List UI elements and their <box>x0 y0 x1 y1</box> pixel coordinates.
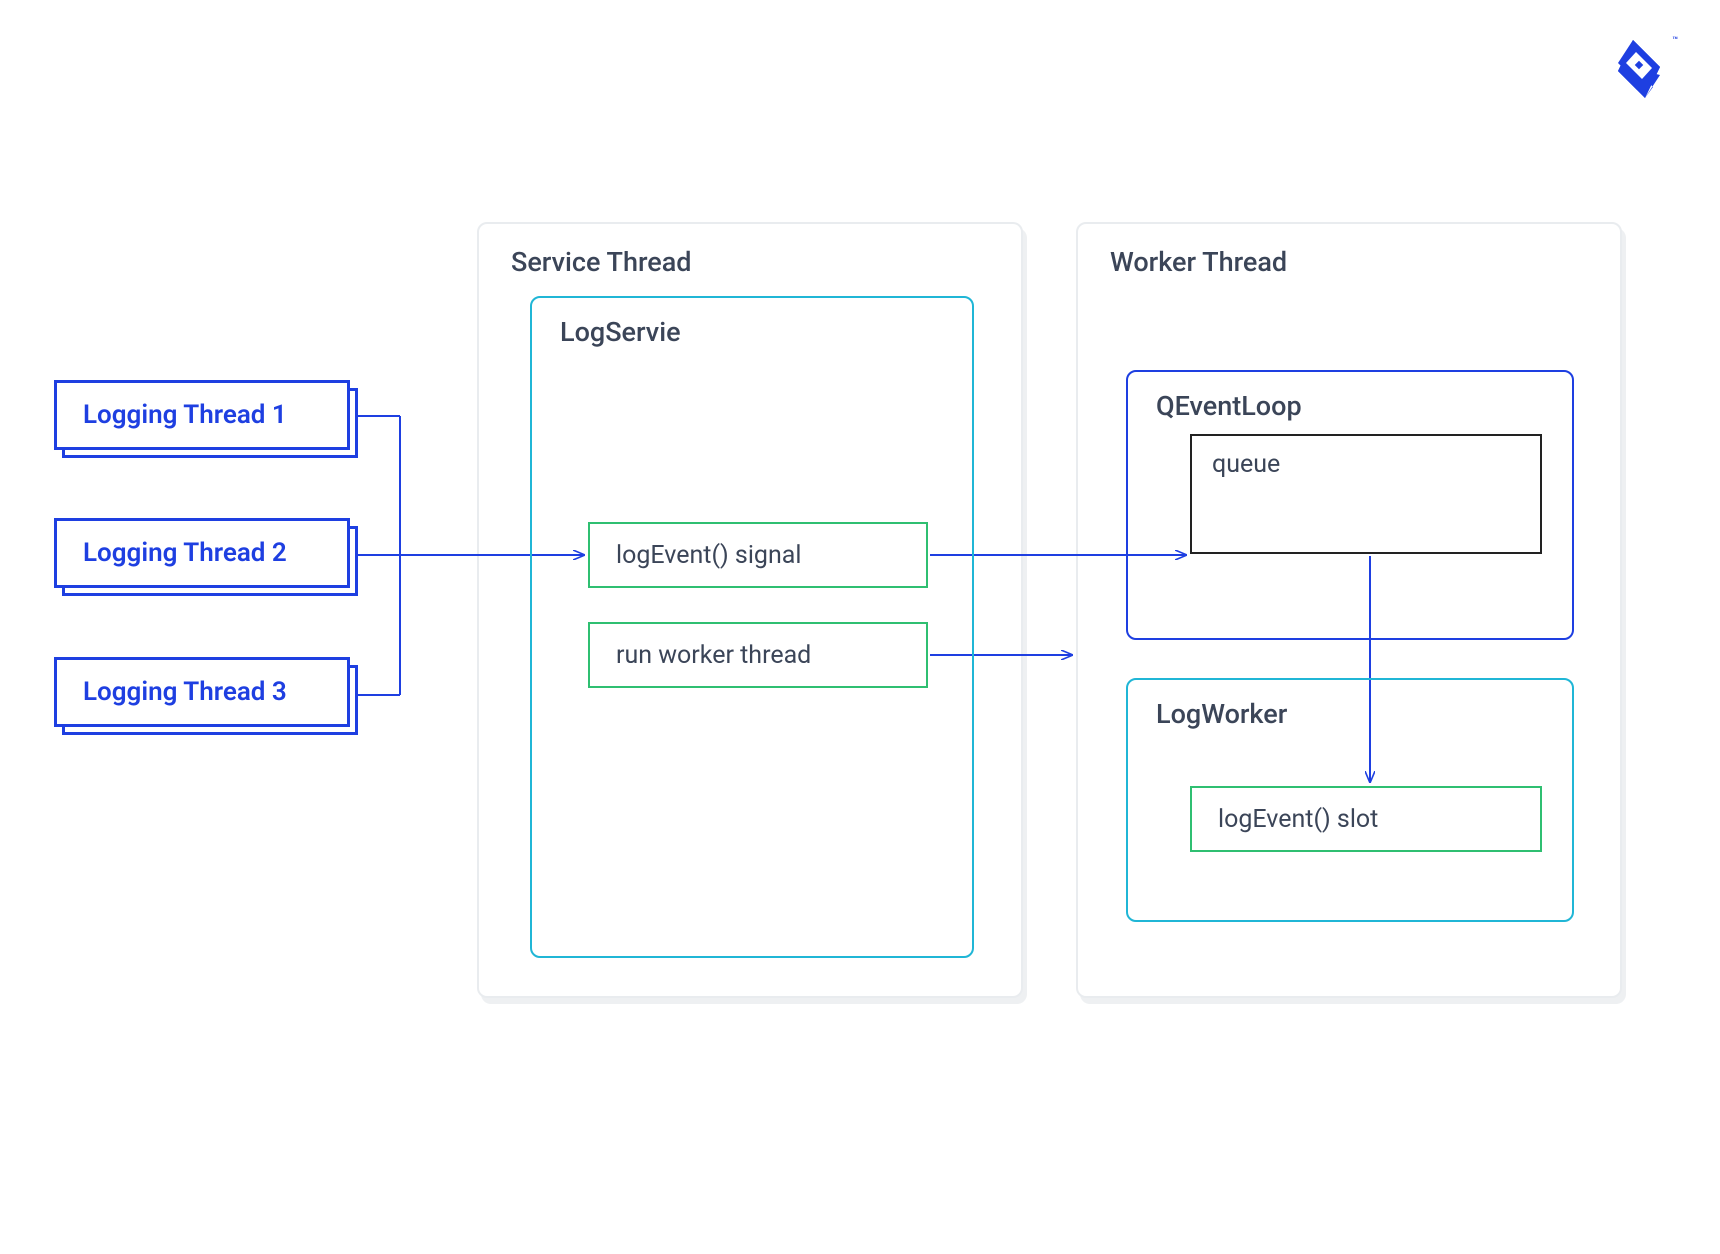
logging-thread-2-card: Logging Thread 2 <box>54 518 350 588</box>
diagram-canvas: ™ Logging Thread 1 Logging Thread 2 Logg… <box>0 0 1720 1254</box>
log-event-signal-box: logEvent() signal <box>588 522 928 588</box>
log-worker-title: LogWorker <box>1156 698 1287 730</box>
run-worker-thread-label: run worker thread <box>616 641 811 670</box>
log-service-title: LogServie <box>560 316 681 348</box>
service-thread-title: Service Thread <box>511 246 692 278</box>
logging-thread-2-label: Logging Thread 2 <box>54 518 350 588</box>
log-event-signal-label: logEvent() signal <box>616 541 801 570</box>
queue-box: queue <box>1190 434 1542 554</box>
qeventloop-title: QEventLoop <box>1156 390 1302 422</box>
log-event-slot-box: logEvent() slot <box>1190 786 1542 852</box>
trademark-symbol: ™ <box>1672 36 1678 46</box>
logging-thread-3-label: Logging Thread 3 <box>54 657 350 727</box>
run-worker-thread-box: run worker thread <box>588 622 928 688</box>
logging-thread-3-card: Logging Thread 3 <box>54 657 350 727</box>
logging-thread-1-label: Logging Thread 1 <box>54 380 350 450</box>
logging-thread-1-card: Logging Thread 1 <box>54 380 350 450</box>
toptal-logo: ™ <box>1618 40 1660 102</box>
log-event-slot-label: logEvent() slot <box>1218 805 1378 834</box>
queue-label: queue <box>1212 450 1280 479</box>
worker-thread-title: Worker Thread <box>1110 246 1287 278</box>
